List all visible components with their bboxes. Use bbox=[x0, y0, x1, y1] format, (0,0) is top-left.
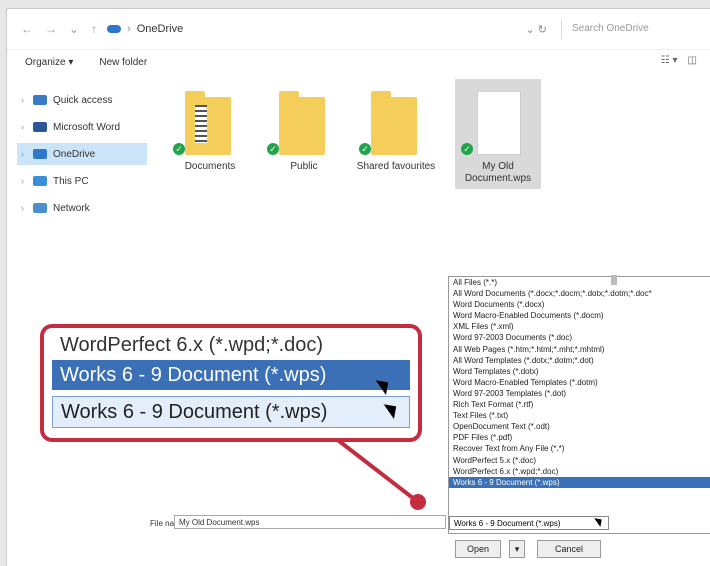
callout-connector bbox=[328, 432, 426, 510]
callout-option-wordperfect: WordPerfect 6.x (*.wpd;*.doc) bbox=[60, 334, 324, 356]
callout-option-works-highlighted: Works 6 - 9 Document (*.wps) bbox=[52, 360, 410, 390]
callout-selected-works: Works 6 - 9 Document (*.wps) bbox=[52, 396, 410, 428]
zoom-callout: WordPerfect 6.x (*.wpd;*.doc) Works 6 - … bbox=[40, 324, 422, 442]
